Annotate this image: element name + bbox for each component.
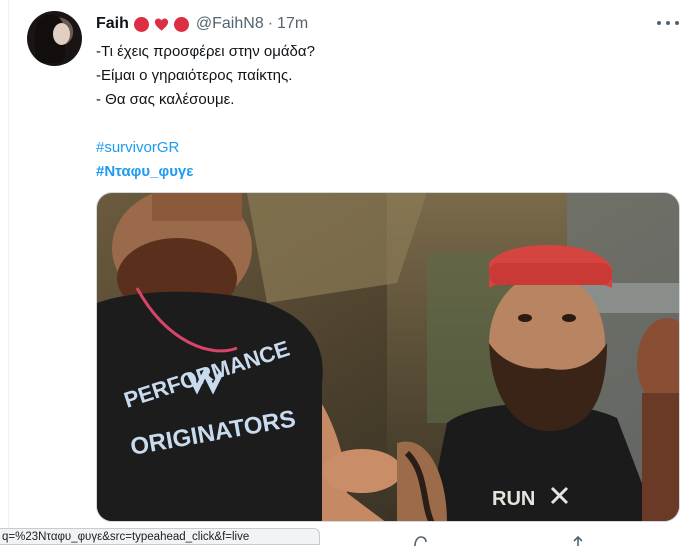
header-separator: ·: [267, 15, 274, 32]
shirt-text-run: RUN: [492, 488, 535, 510]
red-circle-icon: [173, 16, 189, 32]
tweet-header: Faih @FaihN8 · 17m: [96, 13, 308, 35]
red-heart-icon: [154, 17, 169, 32]
tweet-media-image[interactable]: PERFORMANCE ORIGINATORS RUN: [96, 192, 680, 522]
author-handle[interactable]: @FaihN8: [196, 15, 264, 33]
tweet-time[interactable]: 17m: [277, 15, 308, 33]
avatar[interactable]: [27, 11, 82, 66]
reply-icon[interactable]: [412, 534, 428, 547]
tweet-text: -Τι έχεις προσφέρει στην ομάδα? -Είμαι ο…: [96, 40, 315, 184]
hashtag-link[interactable]: #Νταφυ_φυγε: [96, 160, 315, 184]
red-circle-icon: [133, 16, 149, 32]
more-horizontal-icon[interactable]: [657, 15, 679, 31]
hashtag-link[interactable]: #survivorGR: [96, 136, 315, 160]
tweet-card[interactable]: Faih @FaihN8 · 17m -Τι έχεις προσφέρει σ…: [0, 0, 700, 547]
browser-status-url: q=%23Νταφυ_φυγε&src=typeahead_click&f=li…: [0, 528, 320, 545]
timeline-border: [8, 0, 9, 545]
author-name[interactable]: Faih: [96, 15, 129, 33]
tweet-line: -Είμαι ο γηραιότερος παίκτης.: [96, 67, 293, 84]
tweet-line: - Θα σας καλέσουμε.: [96, 91, 235, 108]
share-icon[interactable]: [570, 534, 586, 546]
tweet-line: -Τι έχεις προσφέρει στην ομάδα?: [96, 43, 315, 60]
